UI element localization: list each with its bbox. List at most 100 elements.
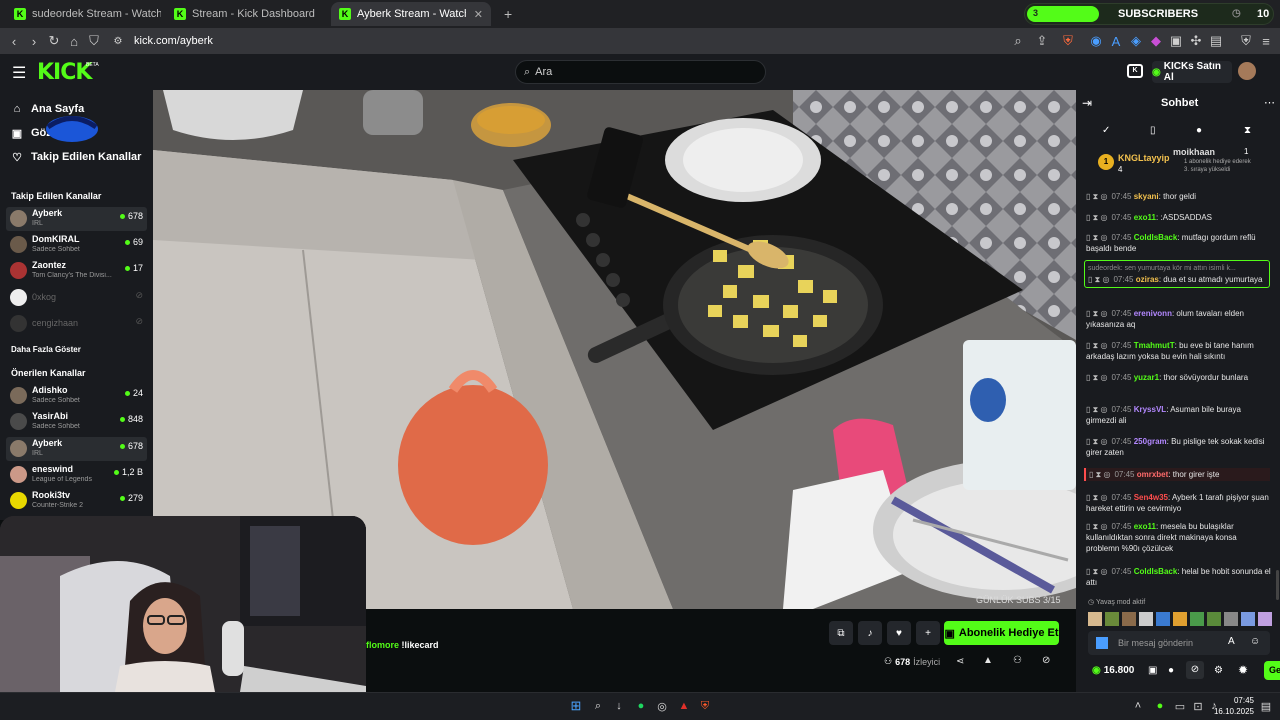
bookmark-icon[interactable]: ⛉ <box>84 31 104 51</box>
moderation-icons[interactable]: ▯ ⧗ ◎ <box>1086 213 1107 222</box>
settings-gear-icon[interactable]: ⚙ <box>1214 665 1223 676</box>
report-warning-icon[interactable]: ▲ <box>983 655 993 666</box>
message-username[interactable]: skyani <box>1134 192 1159 201</box>
followed-channel[interactable]: DomKIRAL Sadece Sohbet 69 <box>6 233 147 257</box>
emote-icon[interactable] <box>1190 612 1204 626</box>
emote-icon[interactable] <box>1241 612 1255 626</box>
chat-menu-icon[interactable]: ⋯ <box>1264 96 1275 109</box>
share-icon[interactable]: ⇪ <box>1032 31 1052 51</box>
chat-icon[interactable]: ● <box>1168 665 1174 676</box>
emote-icon[interactable] <box>1207 612 1221 626</box>
user-avatar[interactable] <box>1238 62 1256 80</box>
message-username[interactable]: exo11 <box>1134 522 1156 531</box>
moderation-icons[interactable]: ▯ ⧗ ◎ <box>1086 437 1107 446</box>
theatre-mode-icon[interactable]: ⧉ <box>829 621 853 645</box>
emote-icon[interactable] <box>1122 612 1136 626</box>
emote-icon[interactable] <box>1258 612 1272 626</box>
search-icon[interactable]: ⌕ <box>590 698 606 714</box>
emote-icon[interactable] <box>1088 612 1102 626</box>
kick-logo[interactable]: KICK <box>37 60 92 85</box>
kick-store-icon[interactable]: K <box>1127 64 1143 78</box>
extension-icon[interactable]: ▣ <box>1166 31 1186 51</box>
notifications-icon[interactable]: ▤ <box>1258 698 1274 714</box>
moderation-icons[interactable]: ▯ ⧗ ◎ <box>1086 493 1107 502</box>
moderation-icons[interactable]: ▯ ⧗ ◎ <box>1086 233 1107 242</box>
badge-icon[interactable]: ✹ <box>1238 663 1248 677</box>
mute-notifications-icon[interactable]: ⊘ <box>1186 661 1204 679</box>
followed-channel-offline[interactable]: 0xkog ⊘ <box>6 286 147 310</box>
store-icon[interactable]: ▣ <box>1148 665 1157 676</box>
zoom-icon[interactable]: ⌕ <box>1008 31 1028 51</box>
browser-tab-sudeordek[interactable]: K sudeordek Stream - Watch Live on K <box>6 2 161 26</box>
moderation-icons[interactable]: ▯ ⧗ ◎ <box>1086 373 1107 382</box>
moderation-icons[interactable]: ▯ ⧗ ◎ <box>1086 567 1107 576</box>
spotify-icon[interactable]: ● <box>633 698 649 714</box>
message-username[interactable]: ColdIsBack <box>1134 567 1178 576</box>
emote-icon[interactable] <box>1156 612 1170 626</box>
browser-tab-ayberk[interactable]: K Ayberk Stream - Watch Live o ✕ <box>331 2 491 26</box>
moderation-icons[interactable]: ▯ ⧗ ◎ <box>1089 470 1110 479</box>
pin-icon[interactable]: ✓ <box>1102 125 1110 136</box>
site-info-icon[interactable]: ⚙ <box>108 31 128 51</box>
message-username[interactable]: Sen4w35 <box>1134 493 1168 502</box>
tray-chevron-icon[interactable]: ˄ <box>1130 698 1146 714</box>
emote-icon[interactable] <box>1139 612 1153 626</box>
brave-browser-icon[interactable]: ⛨ <box>697 698 713 714</box>
hamburger-menu-icon[interactable]: ☰ <box>12 63 26 83</box>
followed-channel-offline[interactable]: cengizhaan ⊘ <box>6 312 147 336</box>
moderation-icons[interactable]: ▯ ⧗ ◎ <box>1086 522 1107 531</box>
extension-icon[interactable]: ◆ <box>1146 31 1166 51</box>
url-field[interactable]: kick.com/ayberk <box>134 35 213 47</box>
search-input[interactable]: ⌕ Ara <box>515 60 766 84</box>
mute-icon[interactable]: ⊘ <box>1042 655 1050 666</box>
message-username[interactable]: 250gram <box>1134 437 1167 446</box>
network-icon[interactable]: ⊡ <box>1190 698 1206 714</box>
show-more-link[interactable]: Daha Fazla Göster <box>11 345 81 354</box>
chat-message-input[interactable]: Bir mesaj gönderin A ☺ <box>1088 631 1270 655</box>
followed-channel[interactable]: Zaontez Tom Clancy's The Divisi... 17 <box>6 259 147 283</box>
message-username[interactable]: erenivonn <box>1134 309 1172 318</box>
message-username[interactable]: omrxbet <box>1137 470 1169 479</box>
recommended-channel[interactable]: Adishko Sadece Sohbet 24 <box>6 384 147 408</box>
notification-bell-icon[interactable]: ♪ <box>858 621 882 645</box>
chat-scrollbar[interactable] <box>1276 570 1279 600</box>
recommended-channel[interactable]: Ayberk IRL 678 <box>6 437 147 461</box>
add-icon[interactable]: + <box>916 621 940 645</box>
app-icon[interactable]: ◎ <box>654 698 670 714</box>
emoji-icon[interactable]: ☺ <box>1250 636 1260 647</box>
follow-heart-icon[interactable]: ♥ <box>887 621 911 645</box>
windows-start-icon[interactable]: ⊞ <box>568 698 584 714</box>
recommended-channel[interactable]: YasirAbi Sadece Sohbet 848 <box>6 410 147 434</box>
moderation-icons[interactable]: ▯ ⧗ ◎ <box>1088 275 1109 284</box>
app-icon[interactable]: ▲ <box>676 698 692 714</box>
menu-icon[interactable]: ≡ <box>1256 31 1276 51</box>
moderation-icons[interactable]: ▯ ⧗ ◎ <box>1086 192 1107 201</box>
emote-icon[interactable] <box>1105 612 1119 626</box>
translate-icon[interactable]: A <box>1106 31 1126 51</box>
gift-subscription-button[interactable]: ▣ Abonelik Hediye Et <box>944 621 1059 645</box>
system-clock[interactable]: 07:45 16.10.2025 <box>1210 695 1254 717</box>
wallet-icon[interactable]: ⛨ <box>1236 31 1256 51</box>
extensions-puzzle-icon[interactable]: ✣ <box>1186 31 1206 51</box>
moderation-icons[interactable]: ▯ ⧗ ◎ <box>1086 405 1107 414</box>
message-username[interactable]: yuzar1 <box>1134 373 1159 382</box>
downloads-icon[interactable]: ↓ <box>611 698 627 714</box>
buy-kicks-button[interactable]: ◉ KICKs Satın Al <box>1152 61 1232 83</box>
message-username[interactable]: oziras <box>1136 275 1159 284</box>
extension-icon[interactable]: ◉ <box>1086 31 1106 51</box>
new-tab-button[interactable]: + <box>496 2 516 26</box>
trash-icon[interactable]: ▯ <box>1150 125 1156 136</box>
microphone-icon[interactable]: ● <box>1152 698 1168 714</box>
collapse-chat-icon[interactable]: ⇥ <box>1082 96 1092 110</box>
hourglass-icon[interactable]: ⧗ <box>1244 125 1251 136</box>
clip-icon[interactable]: ⚇ <box>1013 655 1022 666</box>
recommended-channel[interactable]: Rooki3tv Counter-Strike 2 279 <box>6 489 147 513</box>
forward-icon[interactable]: › <box>24 31 44 51</box>
brave-shield-icon[interactable]: ⛨ <box>1058 31 1078 51</box>
message-username[interactable]: KryssVL <box>1134 405 1166 414</box>
emote-icon[interactable] <box>1224 612 1238 626</box>
message-username[interactable]: ColdIsBack <box>1134 233 1178 242</box>
kicks-balance[interactable]: ◉ 16.800 <box>1092 665 1134 676</box>
sidebar-toggle-icon[interactable]: ▤ <box>1206 31 1226 51</box>
emote-icon[interactable] <box>1173 612 1187 626</box>
